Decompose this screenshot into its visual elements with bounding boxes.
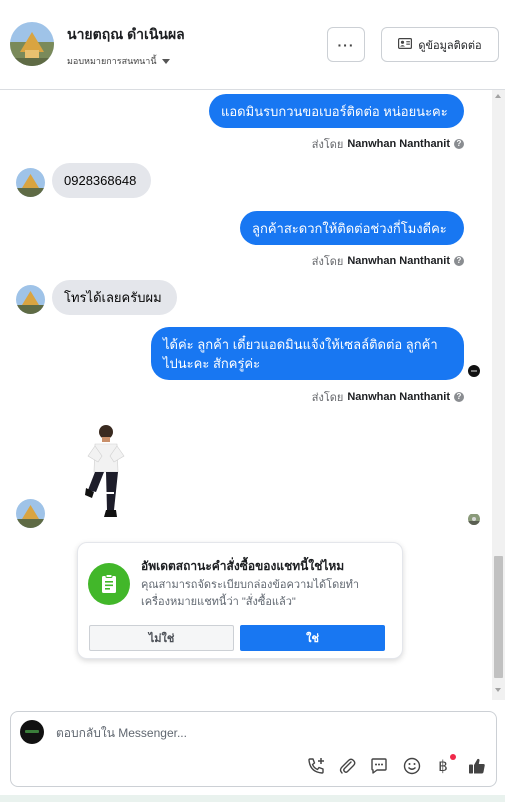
bottom-strip [0,795,505,802]
order-icon [88,563,130,605]
emoji-icon[interactable] [401,755,423,777]
seen-indicator [468,365,480,377]
help-icon[interactable]: ? [454,392,464,402]
sent-by-prefix: ส่งโดย [311,392,344,404]
baht-icon[interactable]: ฿ [432,754,456,777]
sender-name: Nanwhan Nanthanit [347,391,450,403]
sent-by-label: ส่งโดย Nanwhan Nanthanit ? [312,388,464,406]
outgoing-message[interactable]: แอดมินรบกวนขอเบอร์ติดต่อ หน่อยนะคะ [209,94,464,128]
reply-composer: ฿ [10,711,497,787]
thumbs-up-icon[interactable] [466,755,488,777]
sent-by-label: ส่งโดย Nanwhan Nanthanit ? [312,135,464,153]
reply-input[interactable] [56,726,456,740]
assign-conversation-dropdown[interactable]: มอบหมายการสนทนานี้ [67,54,170,68]
contact-avatar-small [16,499,45,528]
incoming-message[interactable]: 0928368648 [52,163,151,198]
seen-indicator-avatar [468,513,480,525]
notification-dot [450,754,456,760]
scroll-down-arrow[interactable] [495,688,501,692]
not-ordered-button[interactable]: ไม่ใช่ [89,625,234,651]
help-icon[interactable]: ? [454,139,464,149]
message-text: โทรได้เลยครับผม [64,290,162,305]
messages-scrollbar[interactable] [492,90,505,700]
chevron-down-icon [161,58,170,64]
sent-by-prefix: ส่งโดย [311,139,344,151]
order-prompt-body-line2: เครื่องหมายแชทนี้ว่า "สั่งซื้อแล้ว" [141,596,296,608]
saved-reply-icon[interactable] [368,755,390,777]
contact-avatar-small [16,168,45,197]
page-avatar [20,720,44,744]
contact-avatar-small [16,285,45,314]
sender-name: Nanwhan Nanthanit [347,138,450,150]
yes-label: ใช่ [306,633,319,645]
outgoing-message[interactable]: ได้ค่ะ ลูกค้า เดี๋ยวแอดมินแจ้งให้เซลล์ติ… [151,327,464,380]
sender-name: Nanwhan Nanthanit [347,255,450,267]
contact-info-label: ดูข้อมูลติดต่อ [418,39,482,52]
currency-symbol: ฿ [438,757,448,775]
sent-by-label: ส่งโดย Nanwhan Nanthanit ? [312,252,464,270]
assign-label: มอบหมายการสนทนานี้ [67,56,157,66]
message-text-line1: ได้ค่ะ ลูกค้า เดี๋ยวแอดมินแจ้งให้เซลล์ติ… [163,337,438,352]
view-contact-info-button[interactable]: ดูข้อมูลติดต่อ [381,27,499,62]
order-status-prompt: อัพเดตสถานะคำสั่งซื้อของแชทนี้ใช่ไหม คุณ… [77,542,403,659]
outgoing-message[interactable]: ลูกค้าสะดวกให้ติดต่อช่วงกี่โมงดีคะ [240,211,464,245]
contact-avatar[interactable] [10,22,54,66]
more-options-button[interactable]: ··· [327,27,365,62]
sticker-person[interactable] [84,420,128,522]
no-label: ไม่ใช่ [148,633,175,645]
sent-by-prefix: ส่งโดย [311,256,344,268]
order-prompt-title: อัพเดตสถานะคำสั่งซื้อของแชทนี้ใช่ไหม [141,559,345,573]
contact-card-icon [398,37,413,52]
message-text: แอดมินรบกวนขอเบอร์ติดต่อ หน่อยนะคะ [221,104,448,119]
order-prompt-description: คุณสามารถจัดระเบียบกล่องข้อความได้โดยทำ … [141,577,391,611]
scroll-up-arrow[interactable] [495,94,501,98]
scroll-thumb[interactable] [494,556,503,678]
call-add-icon[interactable] [305,755,327,777]
incoming-message[interactable]: โทรได้เลยครับผม [52,280,177,315]
message-text: ลูกค้าสะดวกให้ติดต่อช่วงกี่โมงดีคะ [252,221,447,236]
help-icon[interactable]: ? [454,256,464,266]
mark-ordered-button[interactable]: ใช่ [240,625,385,651]
attach-icon[interactable] [336,755,358,777]
conversation-header: นายตฤณ ดำเนินผล มอบหมายการสนทนานี้ ··· ด… [0,0,505,90]
order-prompt-body-line1: คุณสามารถจัดระเบียบกล่องข้อความได้โดยทำ [141,579,360,591]
message-text: 0928368648 [64,173,137,188]
more-icon: ··· [337,36,355,53]
message-text-line2: ไปนะคะ สักครู่ค่ะ [163,356,261,371]
contact-name: นายตฤณ ดำเนินผล [67,26,185,42]
